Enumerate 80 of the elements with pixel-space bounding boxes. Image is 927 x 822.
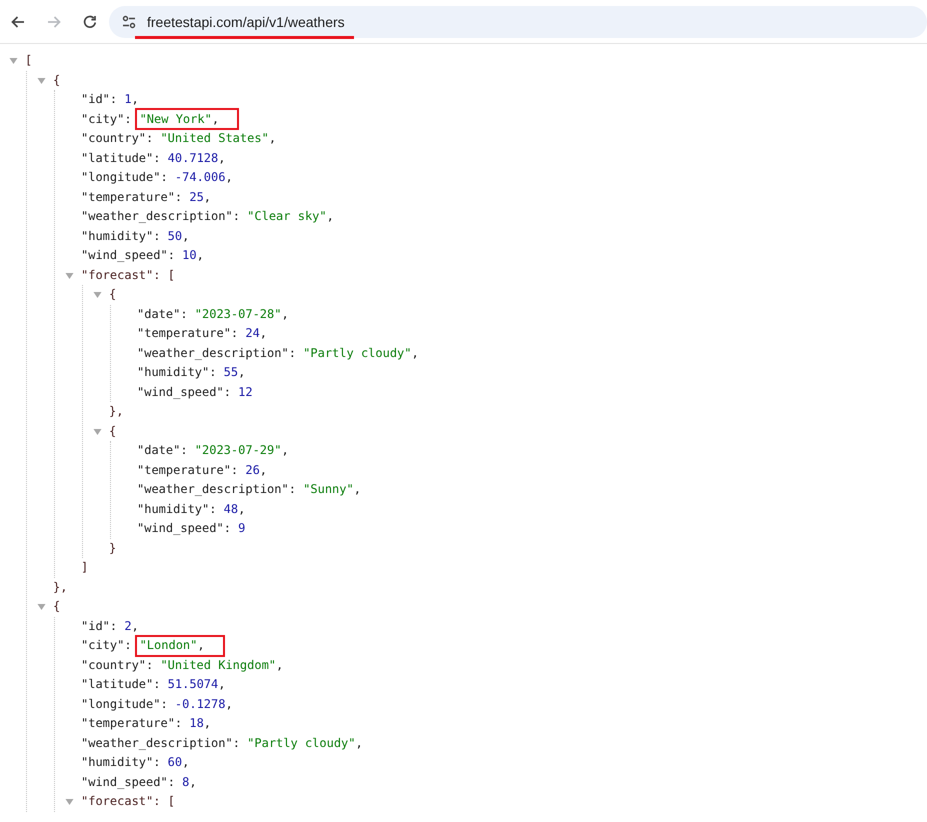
json-key: "wind_speed": (137, 519, 231, 538)
expand-triangle-icon[interactable] (65, 270, 74, 280)
json-key: "humidity": (137, 500, 216, 519)
forward-arrow-icon (46, 14, 62, 30)
json-value: 25, (189, 188, 212, 206)
json-value: -0.1278, (174, 696, 233, 712)
json-bracket: ] (81, 559, 88, 576)
json-key: "humidity": (137, 363, 216, 382)
expand-triangle-icon[interactable] (93, 290, 102, 300)
json-value: 55, (224, 364, 246, 381)
json-key: "weather_description": (137, 480, 296, 500)
json-value: "Clear sky", (247, 208, 334, 225)
json-value: "Partly cloudy", (247, 734, 363, 752)
json-value: 60, (168, 754, 190, 771)
expand-triangle-icon[interactable] (37, 76, 46, 85)
json-value: 48, (224, 500, 246, 518)
json-key: "weather_description": (81, 734, 240, 753)
json-key: "humidity": (81, 226, 160, 246)
json-bracket: "forecast": [ (81, 793, 175, 810)
json-key: "city": (81, 636, 132, 656)
reload-icon (82, 14, 98, 30)
json-value: 40.7128, (168, 150, 226, 166)
json-value: "Partly cloudy", (303, 344, 419, 362)
json-bracket: { (53, 72, 60, 88)
json-key: "city": (81, 110, 132, 129)
json-key: "temperature": (81, 714, 182, 734)
json-key: "weather_description": (137, 344, 296, 363)
json-key: "country": (81, 129, 154, 148)
json-value: 1, (124, 91, 139, 108)
json-value: "2023-07-29", (194, 442, 289, 459)
json-bracket: "forecast": [ (81, 266, 175, 284)
json-value: 10, (182, 247, 204, 264)
url-text: freetestapi.com/api/v1/weathers (147, 14, 345, 30)
json-key: "wind_speed": (81, 772, 175, 792)
json-bracket: }, (109, 403, 124, 420)
json-key: "temperature": (137, 460, 238, 480)
json-bracket: }, (53, 578, 68, 596)
json-value: "London", (140, 637, 205, 654)
json-value: 2, (124, 618, 139, 634)
json-key: "longitude": (81, 694, 168, 714)
json-value: "2023-07-28", (194, 306, 289, 322)
json-key: "date": (137, 304, 188, 324)
json-key: "id": (81, 90, 118, 110)
json-value: "United States", (160, 130, 276, 147)
json-value: "Sunny", (303, 481, 361, 498)
json-key: "id": (81, 616, 118, 636)
json-value: 8, (182, 774, 197, 790)
json-value: 24, (245, 325, 268, 342)
json-key: "weather_description": (81, 207, 240, 226)
json-value: 9 (238, 520, 246, 537)
json-key: "wind_speed": (81, 246, 175, 266)
json-key: "longitude": (81, 168, 168, 188)
address-bar[interactable]: freetestapi.com/api/v1/weathers (109, 6, 927, 38)
json-bracket: { (53, 598, 60, 615)
expand-triangle-icon[interactable] (9, 56, 18, 66)
json-key: "temperature": (137, 324, 238, 344)
json-key: "latitude": (81, 675, 160, 694)
expand-triangle-icon[interactable] (65, 797, 74, 806)
json-value: -74.006, (174, 169, 233, 186)
json-key: "latitude": (81, 148, 160, 168)
json-key: "date": (137, 441, 188, 460)
back-arrow-icon (10, 14, 26, 30)
site-settings-icon[interactable] (122, 14, 136, 28)
json-bracket: { (109, 422, 116, 440)
json-key: "temperature": (81, 188, 182, 207)
json-value: 26, (245, 462, 268, 478)
json-value: 50, (168, 228, 190, 244)
json-key: "humidity": (81, 753, 160, 772)
json-value: 12 (238, 384, 253, 400)
json-value: 51.5074, (168, 676, 226, 693)
json-key: "wind_speed": (137, 382, 231, 402)
json-value: "United Kingdom", (160, 656, 284, 674)
expand-triangle-icon[interactable] (93, 426, 102, 436)
json-value: 18, (189, 715, 212, 732)
json-bracket: [ (25, 52, 32, 69)
json-bracket: { (109, 286, 116, 303)
expand-triangle-icon[interactable] (37, 602, 46, 612)
json-key: "country": (81, 656, 154, 675)
json-value: "New York", (140, 110, 220, 128)
json-bracket: } (109, 540, 116, 556)
